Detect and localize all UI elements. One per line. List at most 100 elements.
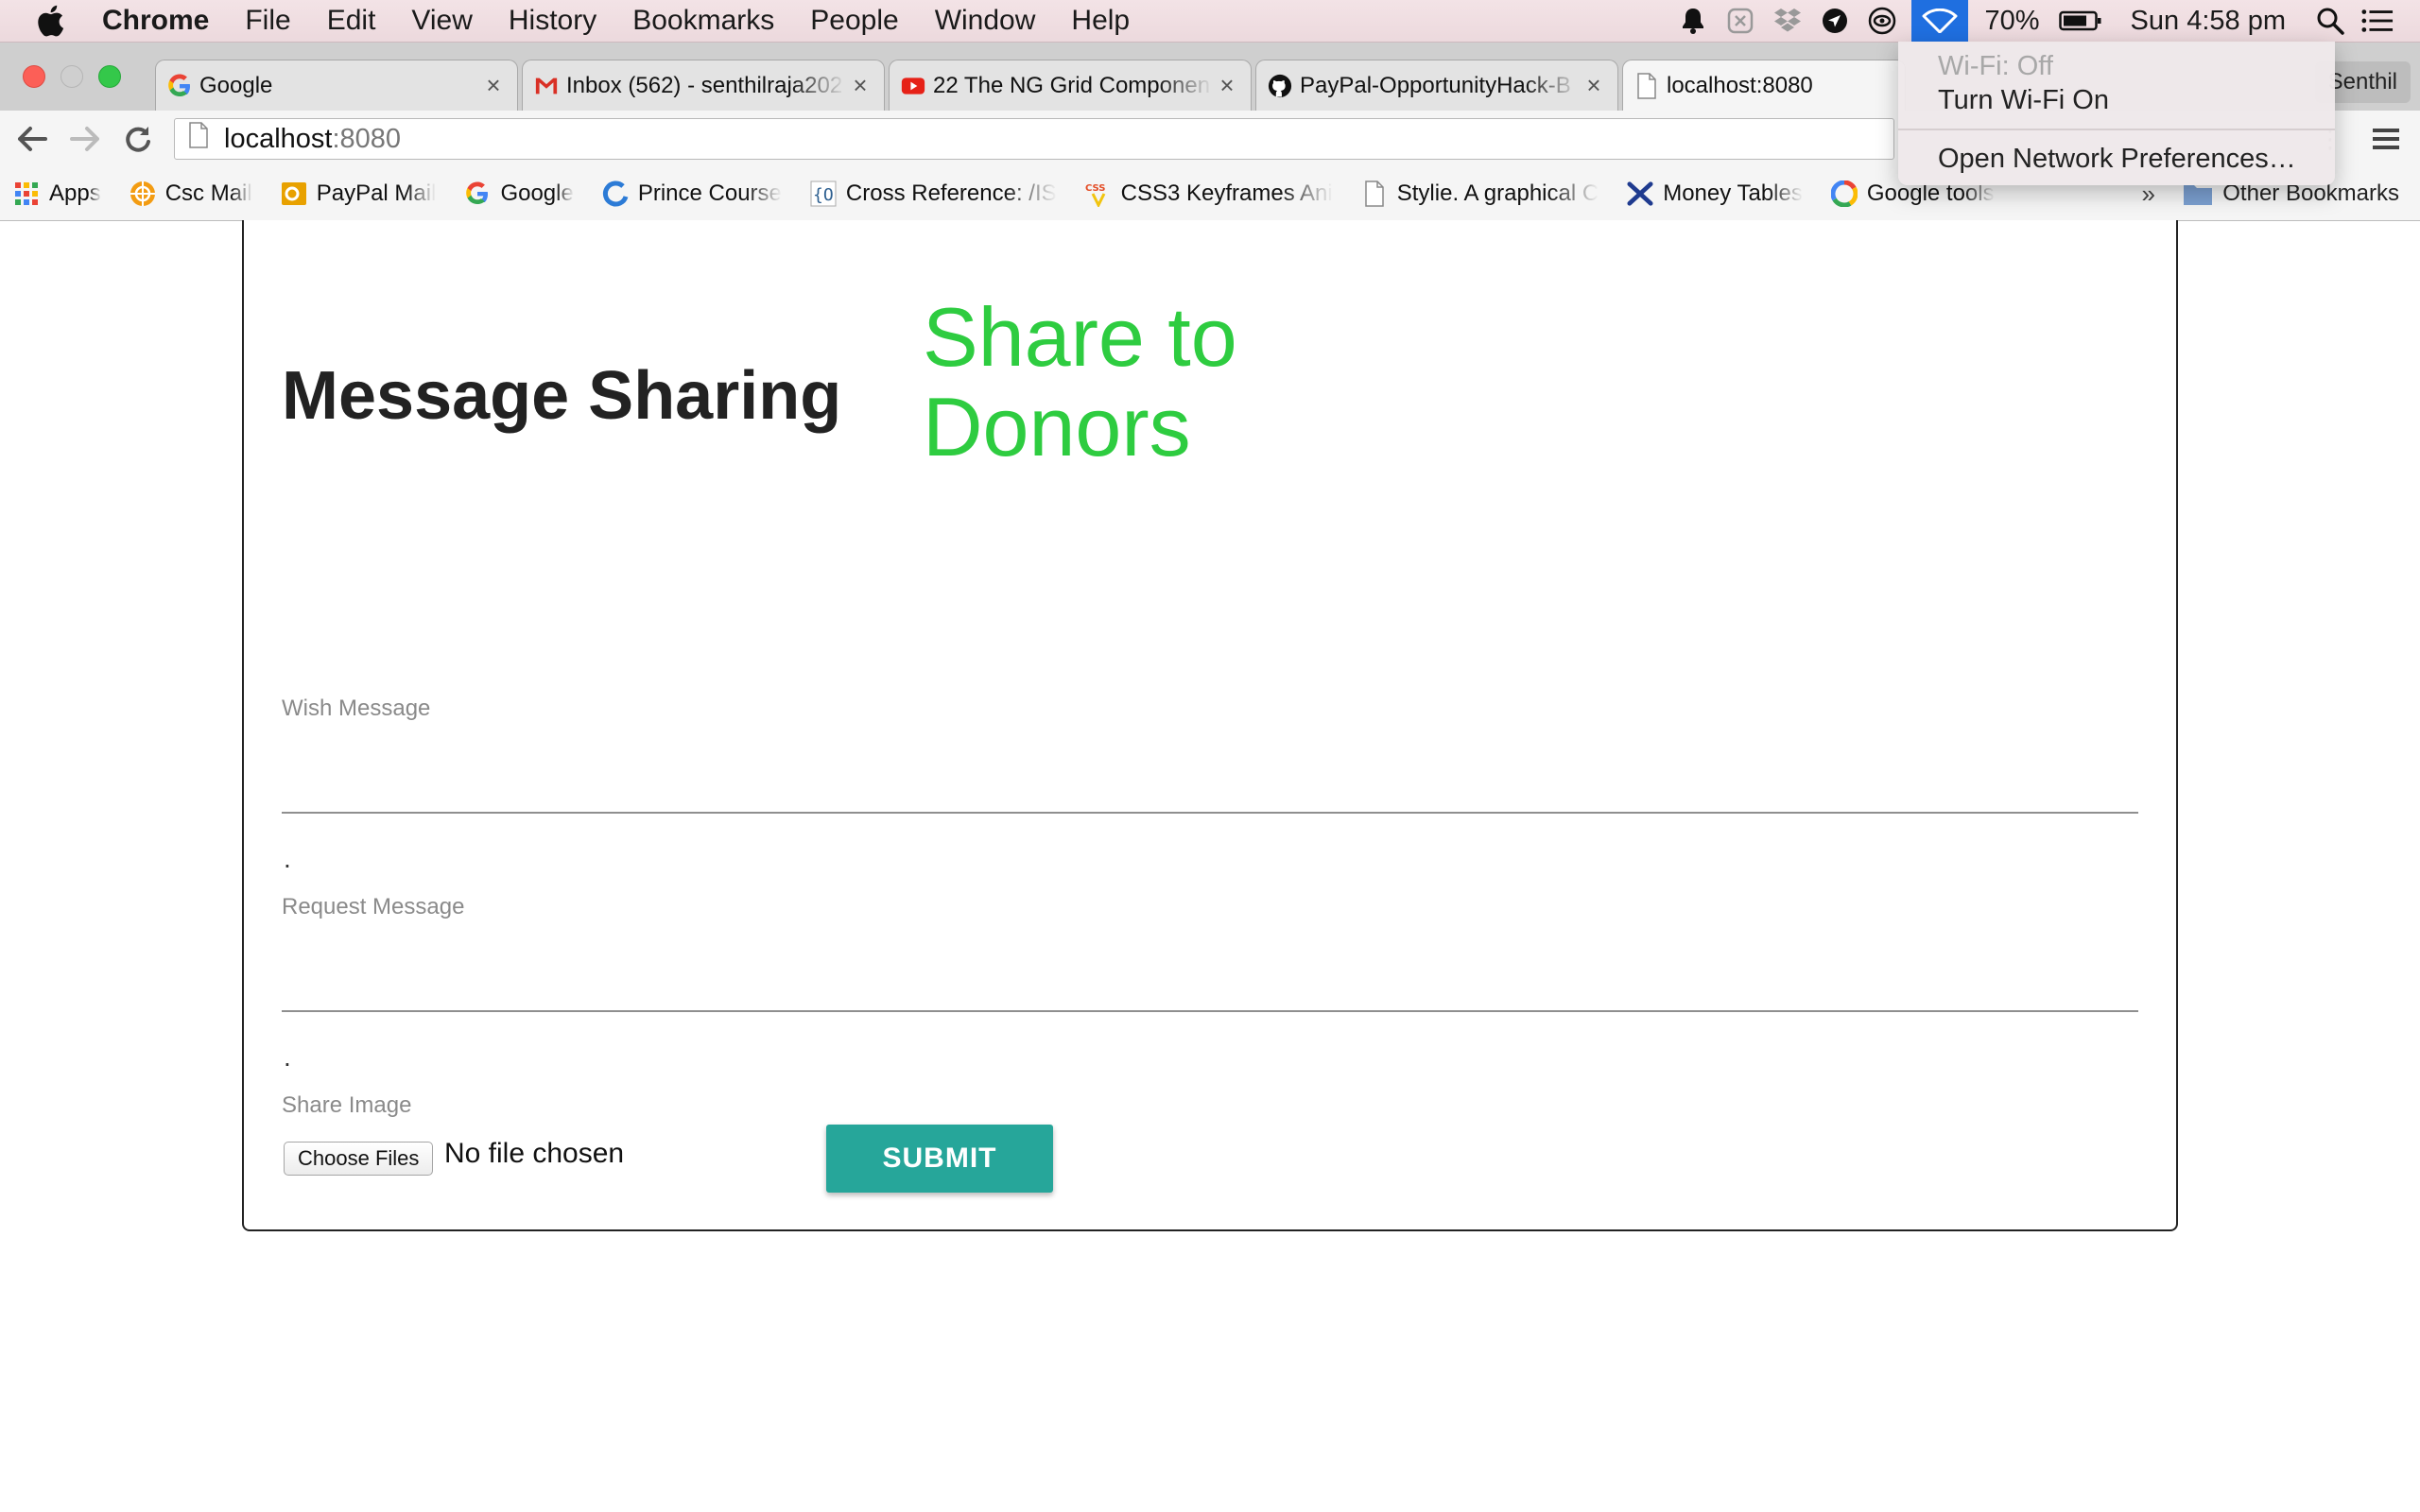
wish-message-hint: .: [284, 844, 291, 873]
wish-message-underline: [282, 812, 2138, 814]
notification-center-icon[interactable]: [2361, 5, 2394, 37]
bookmark-cross-reference[interactable]: {O Cross Reference: /IS: [810, 180, 1057, 207]
tab-close-icon[interactable]: ×: [1213, 71, 1241, 100]
menu-help[interactable]: Help: [1071, 5, 1130, 37]
menu-people[interactable]: People: [810, 5, 898, 37]
bookmark-label: Cross Reference: /IS: [845, 180, 1057, 206]
battery-percent: 70%: [1984, 5, 2040, 36]
wifi-icon[interactable]: [1910, 0, 1968, 42]
file-status-text: No file chosen: [444, 1138, 625, 1169]
choose-files-button[interactable]: Choose Files: [284, 1142, 434, 1176]
xref-icon: {O: [810, 180, 837, 207]
back-arrow-icon[interactable]: [11, 118, 53, 160]
bookmark-stylie[interactable]: Stylie. A graphical C: [1361, 180, 1599, 207]
share-image-label: Share Image: [282, 1092, 412, 1118]
bookmark-apps[interactable]: Apps: [13, 180, 101, 207]
wish-message-label: Wish Message: [282, 696, 431, 721]
page-info-icon[interactable]: [188, 122, 209, 156]
request-message-underline: [282, 1010, 2138, 1012]
tab-title: localhost:8080: [1667, 73, 1813, 98]
bookmark-money-tables[interactable]: Money Tables: [1627, 180, 1803, 207]
profile-name: Senthil: [2327, 69, 2397, 94]
tab-localhost[interactable]: localhost:8080: [1622, 60, 1906, 112]
apps-icon: [13, 180, 40, 207]
battery-icon[interactable]: [2058, 5, 2102, 37]
wifi-dropdown-menu: Wi-Fi: Off Turn Wi-Fi On Open Network Pr…: [1898, 42, 2335, 185]
wifi-status: Wi-Fi: Off: [1938, 51, 2053, 81]
page-icon: [1361, 180, 1388, 207]
eye-icon[interactable]: [1866, 5, 1898, 37]
tab-title: Google: [199, 72, 273, 98]
css3-icon: CSS: [1085, 180, 1112, 207]
tab-close-icon[interactable]: ×: [479, 71, 508, 100]
forward-arrow-icon[interactable]: [64, 118, 106, 160]
reload-icon[interactable]: [117, 118, 159, 160]
section-title: Message Sharing: [282, 358, 842, 434]
url-port: :8080: [332, 123, 402, 154]
prince-icon: [602, 180, 629, 207]
blocked-app-icon[interactable]: [1724, 5, 1756, 37]
spotlight-search-icon[interactable]: [2314, 5, 2346, 37]
request-message-label: Request Message: [282, 894, 465, 919]
tab-github[interactable]: PayPal-OpportunityHack-B ×: [1255, 60, 1618, 111]
bookmark-label: CSS3 Keyframes Ani: [1120, 180, 1333, 206]
bookmark-label: Stylie. A graphical C: [1396, 180, 1599, 206]
menu-separator: [1898, 129, 2335, 130]
menu-file[interactable]: File: [245, 5, 290, 37]
submit-button[interactable]: SUBMIT: [826, 1125, 1053, 1193]
bookmark-paypal-mail[interactable]: PayPal Mail: [281, 180, 437, 207]
dropbox-icon[interactable]: [1772, 5, 1804, 37]
svg-text:CSS: CSS: [1085, 183, 1105, 194]
menu-view[interactable]: View: [411, 5, 472, 37]
outlook-icon: [281, 180, 307, 207]
github-icon: [1268, 74, 1292, 98]
bookmark-label: Apps: [49, 180, 101, 206]
svg-text:{O: {O: [813, 185, 834, 205]
bookmark-label: Money Tables: [1663, 180, 1803, 206]
gmail-icon: [534, 74, 559, 98]
request-message-input[interactable]: [282, 929, 2138, 1012]
bookmark-label: Csc Mail: [164, 180, 252, 206]
location-arrow-icon[interactable]: [1819, 5, 1851, 37]
share-form-card: Share to Donors Message Sharing Wish Mes…: [242, 220, 2178, 1231]
bookmark-prince-course[interactable]: Prince Course: [602, 180, 782, 207]
window-close-button[interactable]: [23, 65, 45, 88]
bookmark-csc-mail[interactable]: Csc Mail: [130, 180, 252, 207]
turn-wifi-on-item[interactable]: Turn Wi-Fi On: [1938, 85, 2109, 116]
menu-edit[interactable]: Edit: [327, 5, 376, 37]
clock[interactable]: Sun 4:58 pm: [2131, 6, 2286, 37]
bookmark-css3-keyframes[interactable]: CSS CSS3 Keyframes Ani: [1085, 180, 1333, 207]
tab-inbox[interactable]: Inbox (562) - senthilraja202 ×: [522, 60, 885, 111]
youtube-icon: [901, 74, 925, 98]
notification-bell-icon[interactable]: [1677, 5, 1709, 37]
status-area: 70% Sun 4:58 pm: [1669, 0, 2420, 42]
bookmark-label: Google: [500, 180, 574, 206]
google-icon: [464, 180, 491, 207]
macos-menu-bar: Chrome File Edit View History Bookmarks …: [0, 0, 2420, 43]
tab-title: 22 The NG Grid Componen: [933, 72, 1211, 98]
bookmark-label: PayPal Mail: [316, 180, 437, 206]
apple-icon[interactable]: [36, 5, 74, 37]
menu-bookmarks[interactable]: Bookmarks: [632, 5, 774, 37]
tab-close-icon[interactable]: ×: [846, 71, 874, 100]
bookmark-label: Prince Course: [637, 180, 782, 206]
tab-close-icon[interactable]: ×: [1580, 71, 1608, 100]
bookmark-google[interactable]: Google: [464, 180, 574, 207]
tab-youtube[interactable]: 22 The NG Grid Componen ×: [889, 60, 1252, 111]
window-minimize-button[interactable]: [60, 65, 83, 88]
wish-message-input[interactable]: [282, 730, 2138, 814]
address-bar[interactable]: localhost:8080: [174, 118, 1894, 160]
google-icon: [167, 74, 192, 98]
window-zoom-button[interactable]: [98, 65, 121, 88]
tab-title: Inbox (562) - senthilraja202: [566, 72, 843, 98]
submit-label: SUBMIT: [882, 1143, 997, 1174]
tab-google[interactable]: Google ×: [155, 60, 518, 111]
menu-window[interactable]: Window: [935, 5, 1036, 37]
menu-history[interactable]: History: [509, 5, 596, 37]
open-network-preferences-item[interactable]: Open Network Preferences…: [1938, 144, 2296, 175]
chrome-menu-icon[interactable]: [2365, 118, 2407, 160]
url-host: localhost: [224, 123, 333, 154]
request-message-hint: .: [284, 1042, 291, 1072]
menu-chrome[interactable]: Chrome: [102, 5, 209, 37]
google-tools-icon: [1830, 180, 1858, 207]
